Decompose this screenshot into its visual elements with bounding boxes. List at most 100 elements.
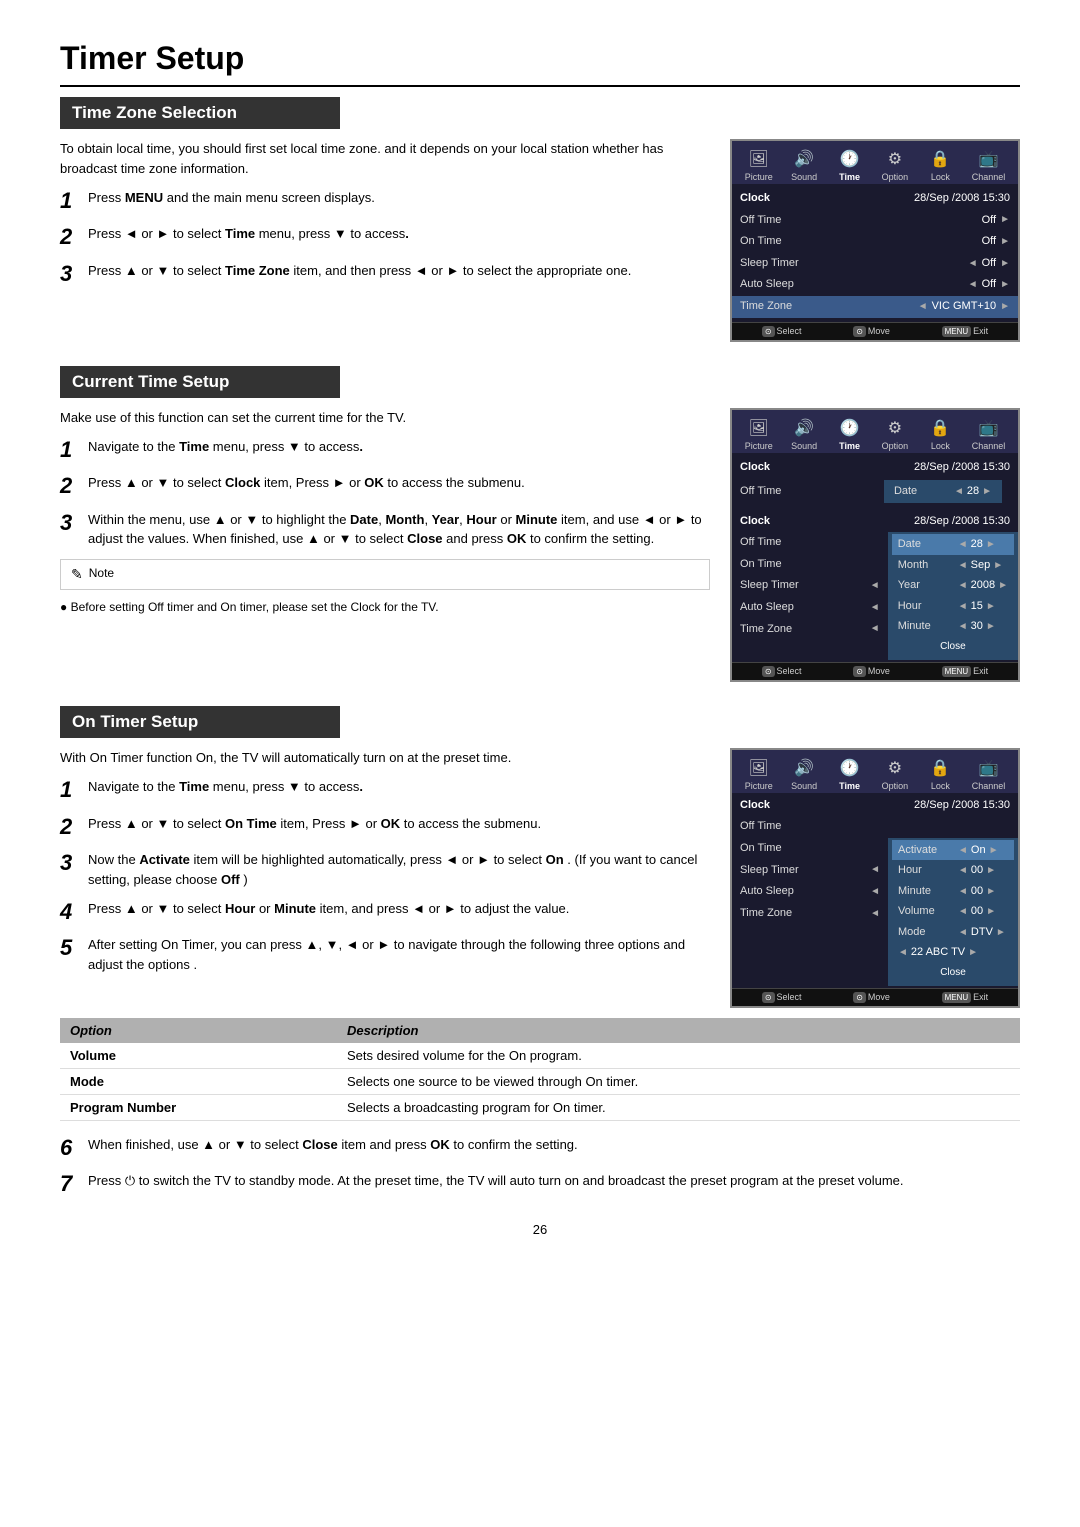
step-num-ot-1: 1 — [60, 777, 88, 803]
section-header-on-timer: On Timer Setup — [60, 706, 340, 738]
step-ot-3: 3 Now the Activate item will be highligh… — [60, 850, 710, 889]
step-ot-2: 2 Press ▲ or ▼ to select On Time item, P… — [60, 814, 710, 840]
tv3-menu-body: Clock 28/Sep /2008 15:30 Off Time On Tim… — [732, 793, 1018, 988]
option-row-program: Program Number Selects a broadcasting pr… — [60, 1094, 1020, 1120]
step-num-ot-2: 2 — [60, 814, 88, 840]
footer-exit: MENU Exit — [942, 326, 989, 337]
footer3-exit: MENU Exit — [942, 992, 989, 1003]
tv-menu-1-icons: 🖼 Picture 🔊 Sound 🕐 Time ⚙ Option 🔒 — [732, 141, 1018, 184]
tv-icon-option: ⚙ Option — [881, 147, 909, 182]
tv2-row-offtime: Off Time Date ◄ 28 ► — [732, 478, 1018, 505]
step-num-7: 7 — [60, 1171, 88, 1197]
sub2-hour: Hour ◄ 15 ► — [892, 596, 1014, 617]
tv-menu-1-footer: ⊙ Select ⊙ Move MENU Exit — [732, 322, 1018, 340]
option-table-header-option: Option — [60, 1018, 337, 1043]
sound-icon-2: 🔊 — [790, 416, 818, 440]
lock-label: Lock — [931, 172, 950, 182]
tv2-icon-option: ⚙ Option — [881, 416, 909, 451]
step-num-ct-1: 1 — [60, 437, 88, 463]
on-timer-intro: With On Timer function On, the TV will a… — [60, 748, 710, 768]
option-row-volume: Volume Sets desired volume for the On pr… — [60, 1043, 1020, 1069]
step-num-ot-3: 3 — [60, 850, 88, 876]
time-zone-intro: To obtain local time, you should first s… — [60, 139, 710, 178]
tv2-clock-row: Clock 28/Sep /2008 15:30 — [732, 511, 1018, 533]
step-text-tz-1: Press MENU and the main menu screen disp… — [88, 188, 710, 208]
picture-icon-2: 🖼 — [745, 416, 773, 440]
tv-icon-sound: 🔊 Sound — [790, 147, 818, 182]
tv3-clock-row: Clock 28/Sep /2008 15:30 — [732, 795, 1018, 817]
footer2-move: ⊙ Move — [853, 666, 890, 677]
option-label-volume: Volume — [60, 1043, 337, 1069]
step-text-ot-5: After setting On Timer, you can press ▲,… — [88, 935, 710, 974]
time-label: Time — [839, 172, 860, 182]
step-ot-1: 1 Navigate to the Time menu, press ▼ to … — [60, 777, 710, 803]
step-text-ct-1: Navigate to the Time menu, press ▼ to ac… — [88, 437, 710, 457]
note-text: Note — [89, 566, 114, 580]
step-text-ct-3: Within the menu, use ▲ or ▼ to highlight… — [88, 510, 710, 549]
tv2-menu-body: Clock 28/Sep /2008 15:30 Off Time On Tim… — [732, 509, 1018, 662]
step-6: 6 When finished, use ▲ or ▼ to select Cl… — [60, 1135, 1020, 1161]
tv3-icon-option: ⚙ Option — [881, 756, 909, 791]
channel-label: Channel — [972, 172, 1006, 182]
tv3-offtime-row: Off Time — [732, 816, 1018, 838]
tv-menu-2: 🖼 Picture 🔊 Sound 🕐 Time ⚙ Option 🔒 — [730, 408, 1020, 682]
note-box: ✎ Note — [60, 559, 710, 590]
step-text-7: Press ⏻ to switch the TV to standby mode… — [88, 1171, 1020, 1191]
footer2-exit: MENU Exit — [942, 666, 989, 677]
section-time-zone: Time Zone Selection To obtain local time… — [60, 97, 1020, 342]
tv-menu-1: 🖼 Picture 🔊 Sound 🕐 Time ⚙ Option 🔒 — [730, 139, 1020, 342]
tv3-layout: On Time Sleep Timer◄ Auto Sleep◄ Time Zo… — [732, 838, 1018, 986]
sub2-date: Date ◄ 28 ► — [892, 534, 1014, 555]
time-zone-steps: 1 Press MENU and the main menu screen di… — [60, 188, 710, 287]
footer3-move: ⊙ Move — [853, 992, 890, 1003]
step-num-ct-3: 3 — [60, 510, 88, 536]
option-table: Option Description Volume Sets desired v… — [60, 1018, 1020, 1121]
step-num-6: 6 — [60, 1135, 88, 1161]
sub3-activate: Activate ◄ On ► — [892, 840, 1014, 861]
step-tz-1: 1 Press MENU and the main menu screen di… — [60, 188, 710, 214]
time-icon-2: 🕐 — [836, 416, 864, 440]
step-text-ot-4: Press ▲ or ▼ to select Hour or Minute it… — [88, 899, 710, 919]
channel-icon-2: 📺 — [975, 416, 1003, 440]
sub3-hour: Hour ◄ 00 ► — [892, 860, 1014, 881]
step-text-6: When finished, use ▲ or ▼ to select Clos… — [88, 1135, 1020, 1155]
tv3-left-col: On Time Sleep Timer◄ Auto Sleep◄ Time Zo… — [732, 838, 888, 986]
note-icon: ✎ — [71, 566, 83, 583]
sound-icon: 🔊 — [790, 147, 818, 171]
close-btn-2: Close — [900, 639, 1006, 654]
tv2-submenu: Date ◄ 28 ► Month ◄ Sep ► Year ◄ 2008 ► — [888, 532, 1018, 660]
step-ct-1: 1 Navigate to the Time menu, press ▼ to … — [60, 437, 710, 463]
close-btn-3: Close — [900, 965, 1006, 980]
tv-menu-2-icons: 🖼 Picture 🔊 Sound 🕐 Time ⚙ Option 🔒 — [732, 410, 1018, 453]
tv-row-offtime: Off Time Off ► — [732, 210, 1018, 232]
step-ot-5: 5 After setting On Timer, you can press … — [60, 935, 710, 974]
tv3-icon-lock: 🔒 Lock — [926, 756, 954, 791]
tv3-submenu: Activate ◄ On ► Hour ◄ 00 ► Minute ◄ 00 … — [888, 838, 1018, 986]
tv3-icon-time: 🕐 Time — [836, 756, 864, 791]
step-tz-2: 2 Press ◄ or ► to select Time menu, pres… — [60, 224, 710, 250]
step-text-ot-2: Press ▲ or ▼ to select On Time item, Pre… — [88, 814, 710, 834]
step-7: 7 Press ⏻ to switch the TV to standby mo… — [60, 1171, 1020, 1197]
step-num-ot-4: 4 — [60, 899, 88, 925]
tv2-icon-lock: 🔒 Lock — [926, 416, 954, 451]
tv-icon-time: 🕐 Time — [836, 147, 864, 182]
option-desc-mode: Selects one source to be viewed through … — [337, 1068, 1020, 1094]
on-timer-steps: 1 Navigate to the Time menu, press ▼ to … — [60, 777, 710, 974]
lock-icon-2: 🔒 — [926, 416, 954, 440]
sound-label: Sound — [791, 172, 817, 182]
sub3-channel: ◄ 22 ABC TV ► — [892, 942, 1014, 963]
tv-row-sleep: Sleep Timer ◄ Off ► — [732, 253, 1018, 275]
time-icon: 🕐 — [836, 147, 864, 171]
tv-menu-3: 🖼 Picture 🔊 Sound 🕐 Time ⚙ Option 🔒 — [730, 748, 1020, 1008]
section-header-current-time: Current Time Setup — [60, 366, 340, 398]
picture-label: Picture — [745, 172, 773, 182]
option-label: Option — [882, 172, 909, 182]
footer3-select: ⊙ Select — [762, 992, 802, 1003]
picture-icon: 🖼 — [745, 147, 773, 171]
tv3-icon-sound: 🔊 Sound — [790, 756, 818, 791]
option-icon-2: ⚙ — [881, 416, 909, 440]
step-num-tz-3: 3 — [60, 261, 88, 287]
step-tz-3: 3 Press ▲ or ▼ to select Time Zone item,… — [60, 261, 710, 287]
step-text-ot-1: Navigate to the Time menu, press ▼ to ac… — [88, 777, 710, 797]
tv2-row-clock: Clock 28/Sep /2008 15:30 — [732, 457, 1018, 479]
